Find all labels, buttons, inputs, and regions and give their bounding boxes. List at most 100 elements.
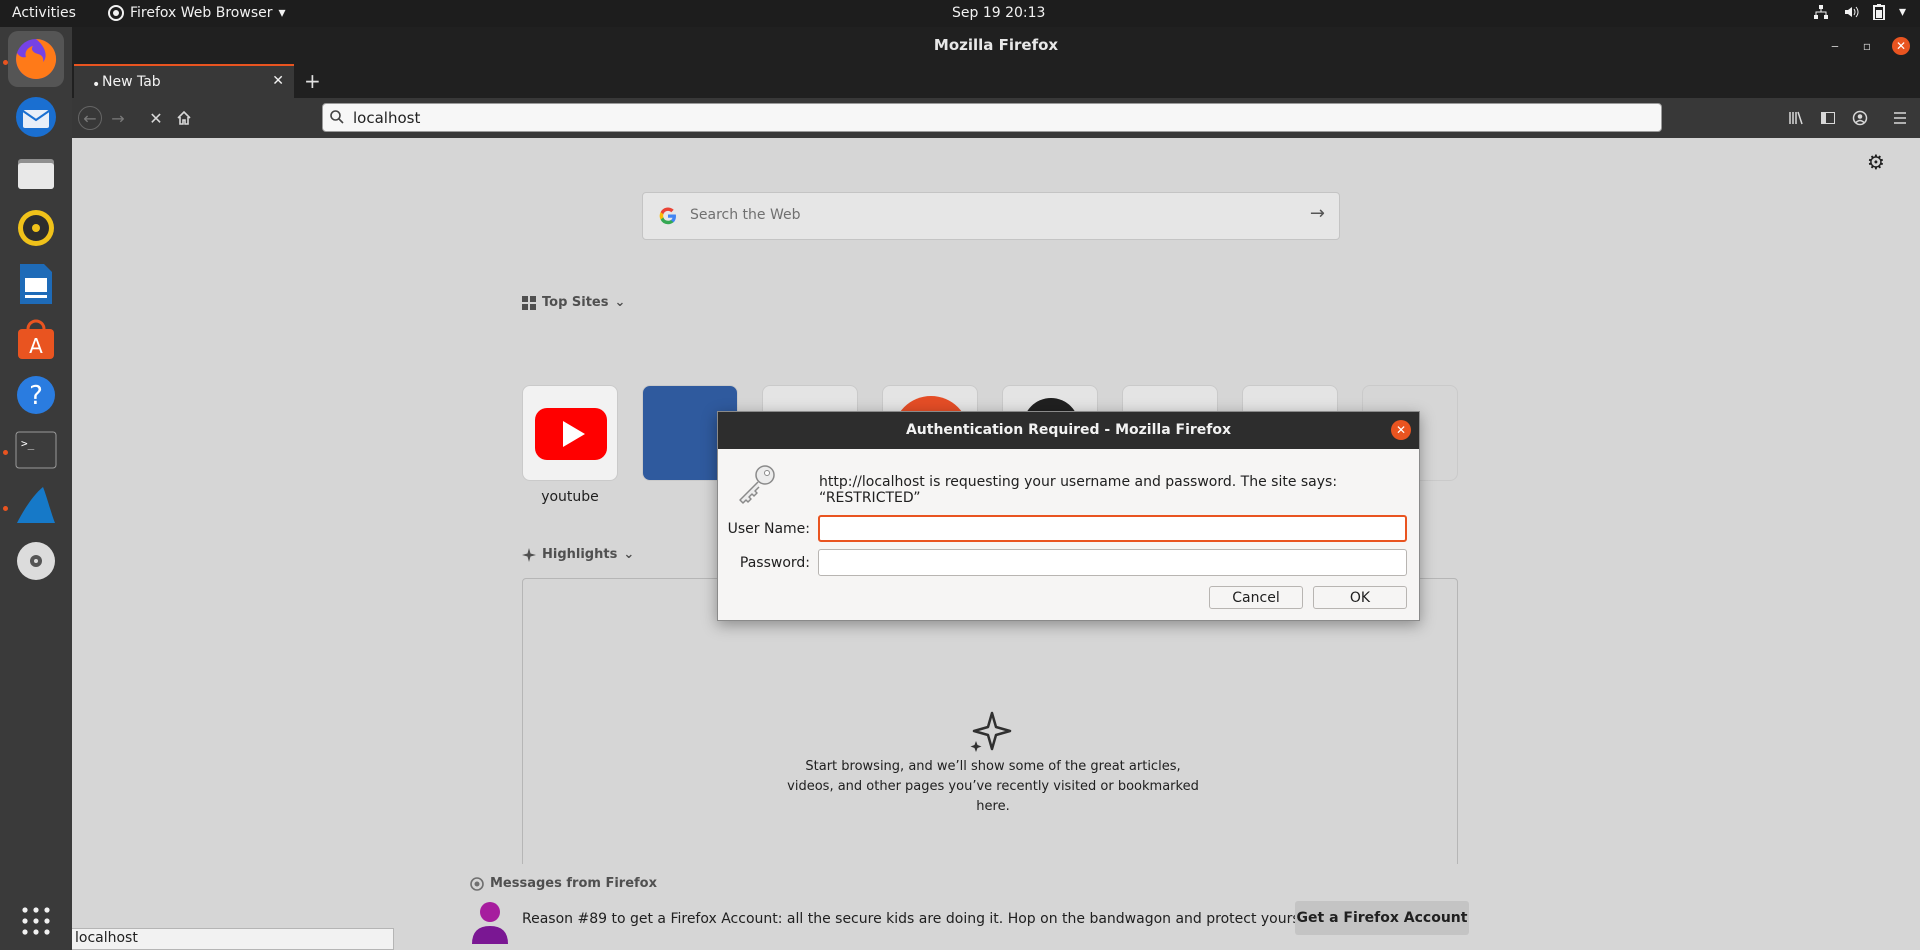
wireshark-launcher[interactable]	[8, 478, 64, 534]
chevron-down-icon: ▾	[1898, 4, 1906, 20]
wireshark-icon	[17, 487, 55, 523]
svg-text:A: A	[29, 334, 43, 358]
web-search-placeholder: Search the Web	[690, 207, 801, 223]
key-icon	[739, 465, 775, 504]
messages-heading: Messages from Firefox	[490, 876, 657, 891]
stop-button[interactable]: ✕	[144, 106, 168, 130]
help-icon: ?	[17, 376, 55, 414]
highlights-header[interactable]: Highlights ⌄	[522, 547, 634, 562]
volume-icon	[1844, 6, 1859, 18]
top-sites-grid-icon	[522, 295, 536, 310]
show-apps-button[interactable]	[8, 893, 64, 949]
username-field[interactable]	[818, 515, 1407, 542]
youtube-icon	[535, 408, 607, 460]
account-icon	[1852, 110, 1868, 126]
account-avatar-icon	[472, 902, 508, 944]
network-icon	[1813, 5, 1828, 19]
close-dialog-button[interactable]: ✕	[1391, 420, 1411, 440]
writer-launcher[interactable]	[8, 256, 64, 312]
tab-strip: • New Tab ✕ +	[72, 64, 1920, 98]
messages-text: Reason #89 to get a Firefox Account: all…	[522, 911, 1369, 927]
svg-text:>_: >_	[21, 437, 35, 450]
sidebar-button[interactable]	[1816, 106, 1840, 130]
chevron-down-icon: ⌄	[623, 547, 635, 562]
search-icon	[330, 110, 344, 124]
forward-button[interactable]: →	[106, 106, 130, 130]
tab-new-tab[interactable]: • New Tab ✕	[74, 64, 294, 98]
firefox-window: Mozilla Firefox ‒ ▫ ✕ • New Tab ✕ + ← → …	[72, 27, 1920, 950]
top-bar: Activities Firefox Web Browser ▾ Sep 19 …	[0, 0, 1920, 27]
web-search-box[interactable]: Search the Web →	[642, 192, 1340, 240]
system-tray[interactable]: ▾	[1813, 4, 1906, 20]
top-sites-header[interactable]: Top Sites ⌄	[522, 295, 625, 310]
home-button[interactable]	[172, 106, 196, 130]
tab-loading-dot: •	[92, 77, 101, 93]
back-button[interactable]: ←	[78, 106, 102, 130]
files-launcher[interactable]	[8, 145, 64, 201]
ok-button[interactable]: OK	[1313, 586, 1407, 609]
status-bar: localhost	[72, 928, 394, 950]
battery-icon	[1872, 4, 1885, 20]
libreoffice-writer-icon	[20, 264, 52, 304]
hamburger-menu-icon	[1894, 112, 1906, 124]
auth-dialog: Authentication Required - Mozilla Firefo…	[717, 411, 1420, 621]
auth-dialog-title[interactable]: Authentication Required - Mozilla Firefo…	[718, 412, 1419, 449]
software-launcher[interactable]: A	[8, 311, 64, 367]
terminal-launcher[interactable]: >_	[8, 422, 64, 478]
search-go-arrow-icon[interactable]: →	[1310, 203, 1325, 224]
thunderbird-icon	[16, 97, 56, 137]
url-bar[interactable]: localhost	[322, 103, 1662, 132]
window-title: Mozilla Firefox	[933, 36, 1059, 54]
nav-bar: ← → ✕ localhost	[72, 98, 1920, 138]
title-bar[interactable]: Mozilla Firefox ‒ ▫ ✕	[72, 27, 1920, 64]
chevron-down-icon: ▾	[278, 5, 286, 21]
top-site-label: youtube	[541, 489, 599, 505]
folder-icon	[18, 159, 54, 189]
thunderbird-launcher[interactable]	[8, 89, 64, 145]
close-tab-icon[interactable]: ✕	[272, 73, 284, 89]
clock[interactable]: Sep 19 20:13	[952, 5, 1045, 21]
rhythmbox-launcher[interactable]	[8, 200, 64, 256]
maximize-button[interactable]: ▫	[1858, 37, 1876, 55]
sparkle-icon	[970, 711, 1012, 752]
highlights-empty-text: Start browsing, and we’ll show some of t…	[787, 759, 1199, 814]
software-center-icon: A	[18, 319, 54, 359]
password-field[interactable]	[818, 549, 1407, 576]
messages-header: Messages from Firefox	[470, 876, 657, 891]
auth-message: http://localhost is requesting your user…	[819, 474, 1338, 506]
chevron-down-icon: ⌄	[614, 295, 626, 310]
minimize-button[interactable]: ‒	[1826, 37, 1844, 55]
rhythmbox-icon	[18, 210, 54, 246]
top-sites-heading: Top Sites	[542, 295, 609, 310]
firefox-icon	[16, 38, 57, 79]
account-button[interactable]	[1848, 106, 1872, 130]
menu-button[interactable]	[1888, 106, 1912, 130]
top-site-tile-youtube[interactable]	[522, 385, 618, 481]
activities-button[interactable]: Activities	[12, 5, 76, 21]
tab-label: New Tab	[102, 74, 161, 90]
url-text: localhost	[353, 109, 421, 127]
terminal-icon: >_	[15, 431, 57, 469]
home-icon	[177, 110, 191, 125]
disc-icon	[17, 542, 55, 580]
highlights-sparkle-icon	[522, 547, 536, 562]
app-grid-icon	[22, 907, 50, 935]
library-icon	[1789, 111, 1803, 125]
dock: A ? >_	[0, 27, 72, 950]
close-window-button[interactable]: ✕	[1892, 37, 1910, 55]
firefox-launcher[interactable]	[8, 31, 64, 87]
google-icon	[659, 207, 676, 225]
help-launcher[interactable]: ?	[8, 367, 64, 423]
new-tab-button[interactable]: +	[304, 69, 321, 93]
app-menu-label: Firefox Web Browser	[130, 5, 273, 21]
password-label: Password:	[739, 555, 810, 571]
library-button[interactable]	[1784, 106, 1808, 130]
svg-text:?: ?	[29, 381, 43, 411]
app-menu[interactable]: Firefox Web Browser ▾	[108, 5, 286, 21]
settings-gear-icon[interactable]: ⚙	[1867, 150, 1885, 174]
get-firefox-account-button[interactable]: Get a Firefox Account	[1295, 901, 1469, 935]
firefox-small-icon	[108, 5, 124, 21]
sidebar-icon	[1821, 112, 1835, 124]
disc-launcher[interactable]	[8, 533, 64, 589]
cancel-button[interactable]: Cancel	[1209, 586, 1303, 609]
